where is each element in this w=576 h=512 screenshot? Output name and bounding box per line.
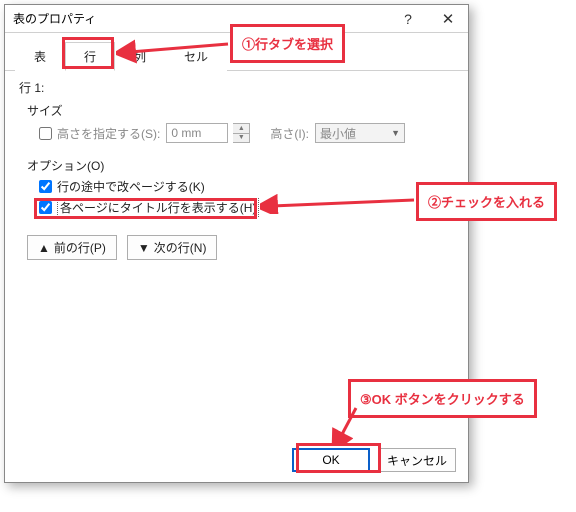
height-is-label: 高さ(I):: [270, 125, 309, 142]
tab-row[interactable]: 行: [65, 42, 115, 71]
tab-table[interactable]: 表: [15, 42, 65, 71]
help-button[interactable]: ?: [388, 5, 428, 33]
triangle-down-icon: ▼: [138, 241, 150, 255]
options-block: 行の途中で改ページする(K) 各ページにタイトル行を表示する(H): [39, 178, 454, 217]
next-row-button[interactable]: ▼ 次の行(N): [127, 235, 218, 260]
height-spinner[interactable]: ▲ ▼: [233, 123, 250, 143]
callout-1: ①行タブを選択: [230, 24, 345, 63]
prev-row-button[interactable]: ▲ 前の行(P): [27, 235, 117, 260]
row-number-label: 行 1:: [19, 79, 454, 96]
ok-button[interactable]: OK: [292, 448, 370, 472]
row-nav: ▲ 前の行(P) ▼ 次の行(N): [27, 235, 454, 260]
callout-3: ③OK ボタンをクリックする: [348, 379, 537, 418]
tab-cell[interactable]: セル: [165, 42, 227, 71]
break-across-label: 行の途中で改ページする(K): [57, 178, 205, 195]
next-row-label: 次の行(N): [154, 239, 207, 256]
size-section-label: サイズ: [27, 102, 454, 119]
break-across-checkbox[interactable]: 行の途中で改ページする(K): [39, 178, 454, 195]
specify-height-label: 高さを指定する(S):: [57, 125, 160, 142]
callout-2: ②チェックを入れる: [416, 182, 557, 221]
break-across-input[interactable]: [39, 180, 52, 193]
repeat-header-input[interactable]: [39, 201, 52, 214]
prev-row-label: 前の行(P): [54, 239, 106, 256]
spinner-up-icon[interactable]: ▲: [233, 124, 249, 134]
height-rule-value: 最小値: [320, 125, 356, 142]
tab-column[interactable]: 列: [115, 42, 165, 71]
triangle-up-icon: ▲: [38, 241, 50, 255]
repeat-header-checkbox[interactable]: 各ページにタイトル行を表示する(H): [39, 198, 454, 217]
options-section-label: オプション(O): [27, 157, 454, 174]
spinner-down-icon[interactable]: ▼: [233, 134, 249, 143]
close-button[interactable]: ✕: [428, 5, 468, 33]
cancel-button[interactable]: キャンセル: [378, 448, 456, 472]
specify-height-checkbox[interactable]: 高さを指定する(S):: [39, 125, 160, 142]
height-rule-combo[interactable]: 最小値 ▼: [315, 123, 405, 143]
dialog-footer: OK キャンセル: [292, 448, 456, 472]
repeat-header-label: 各ページにタイトル行を表示する(H): [57, 198, 259, 217]
height-row: 高さを指定する(S): 0 mm ▲ ▼ 高さ(I): 最小値 ▼: [39, 123, 454, 143]
height-value-input[interactable]: 0 mm: [166, 123, 228, 143]
specify-height-input[interactable]: [39, 127, 52, 140]
dialog-content: 行 1: サイズ 高さを指定する(S): 0 mm ▲ ▼ 高さ(I): 最小値…: [5, 71, 468, 268]
chevron-down-icon: ▼: [391, 128, 400, 138]
